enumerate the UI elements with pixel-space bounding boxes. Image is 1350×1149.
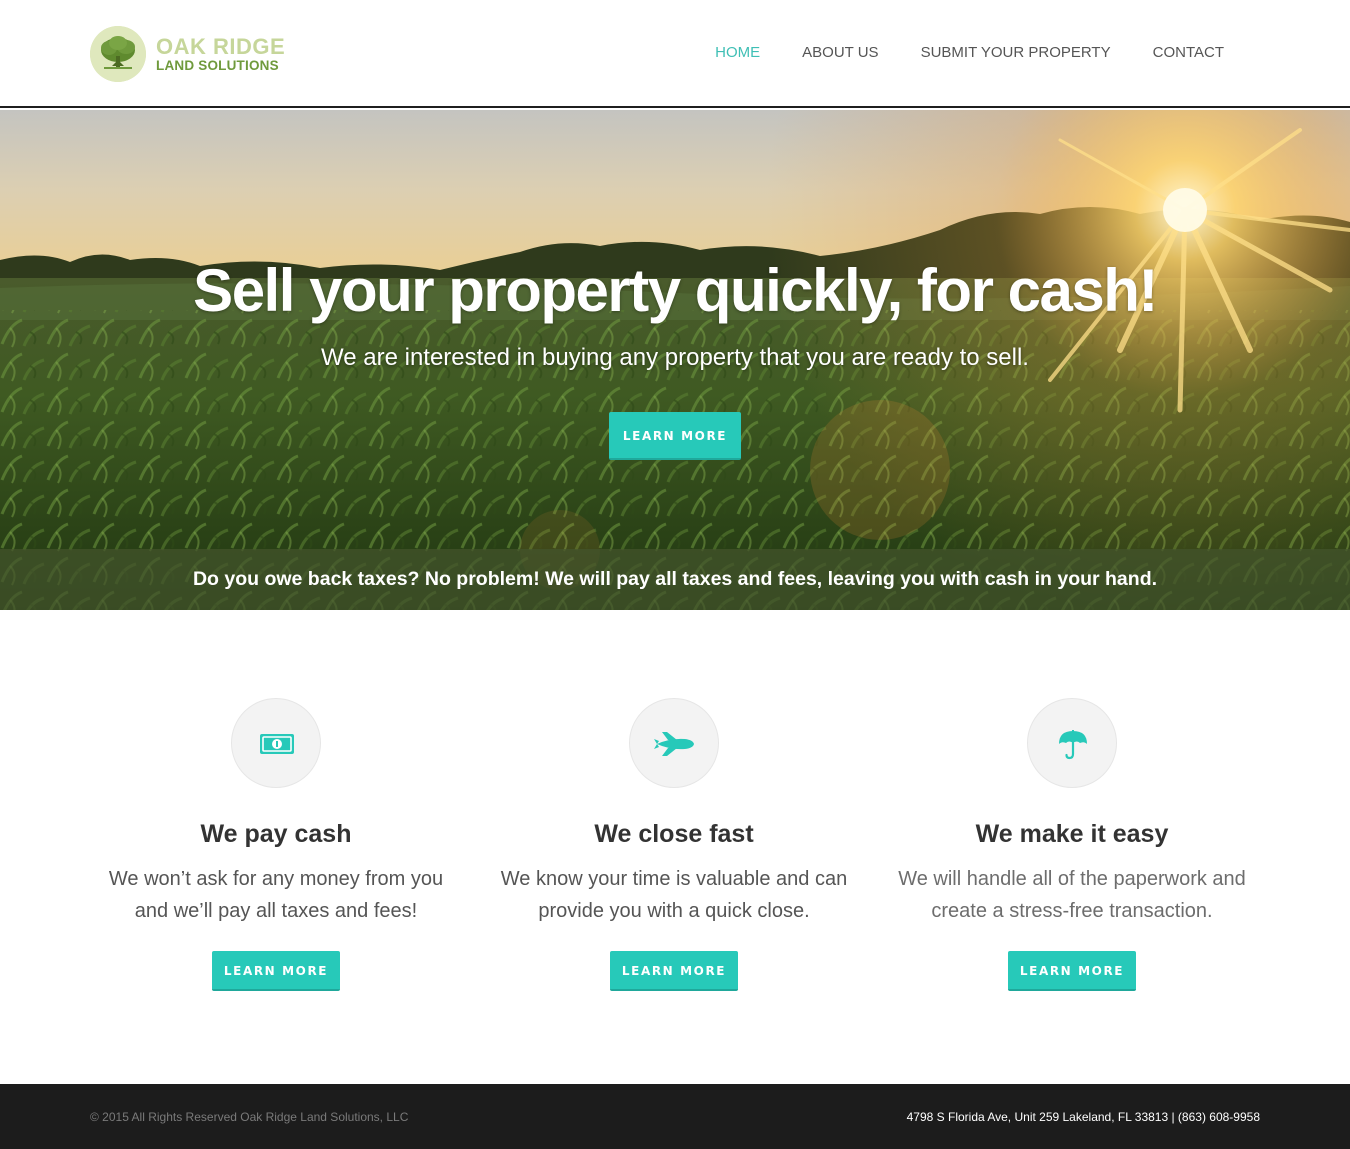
hero-title: Sell your property quickly, for cash!	[193, 257, 1158, 324]
umbrella-icon	[1027, 698, 1117, 788]
feature-title: We pay cash	[200, 820, 352, 848]
feature-title: We make it easy	[975, 820, 1169, 848]
site-logo[interactable]: OAK RIDGE LAND SOLUTIONS	[90, 26, 285, 82]
nav-item-contact[interactable]: CONTACT	[1153, 44, 1224, 61]
money-bill-icon	[231, 698, 321, 788]
back-taxes-banner-text: Do you owe back taxes? No problem! We wi…	[192, 568, 1158, 590]
feature-description: We know your time is valuable and can pr…	[500, 868, 848, 922]
logo-name-line1: OAK RIDGE	[156, 33, 286, 59]
oak-tree-icon	[90, 26, 146, 82]
feature-make-it-easy: We make it easy We will handle all of th…	[882, 698, 1262, 991]
back-taxes-banner: Do you owe back taxes? No problem! We wi…	[0, 549, 1350, 610]
learn-more-button[interactable]: LEARN MORE	[1008, 951, 1136, 991]
learn-more-button[interactable]: LEARN MORE	[212, 951, 340, 991]
feature-description: We won’t ask for any money from you and …	[108, 868, 444, 922]
footer-address: 4798 S Florida Ave, Unit 259 Lakeland, F…	[906, 1110, 1260, 1124]
feature-pay-cash: We pay cash We won’t ask for any money f…	[86, 698, 466, 991]
feature-close-fast: We close fast We know your time is valua…	[484, 698, 864, 991]
site-header: OAK RIDGE LAND SOLUTIONS HOME ABOUT US S…	[0, 0, 1350, 108]
nav-item-submit-your-property[interactable]: SUBMIT YOUR PROPERTY	[921, 44, 1111, 61]
feature-description: We will handle all of the paperwork and …	[898, 868, 1246, 922]
footer-copyright: © 2015 All Rights Reserved Oak Ridge Lan…	[90, 1110, 409, 1124]
jet-icon	[629, 698, 719, 788]
logo-name-line2: LAND SOLUTIONS	[156, 57, 279, 73]
hero-learn-more-button[interactable]: LEARN MORE	[609, 412, 741, 460]
learn-more-button[interactable]: LEARN MORE	[610, 951, 738, 991]
site-footer: © 2015 All Rights Reserved Oak Ridge Lan…	[0, 1084, 1350, 1149]
hero-section: Sell your property quickly, for cash! We…	[0, 110, 1350, 610]
feature-title: We close fast	[594, 820, 754, 848]
nav-item-about-us[interactable]: ABOUT US	[802, 44, 878, 61]
hero-subtitle: We are interested in buying any property…	[321, 344, 1029, 371]
main-nav: HOME ABOUT US SUBMIT YOUR PROPERTY CONTA…	[673, 44, 1224, 61]
nav-item-home[interactable]: HOME	[715, 44, 760, 61]
